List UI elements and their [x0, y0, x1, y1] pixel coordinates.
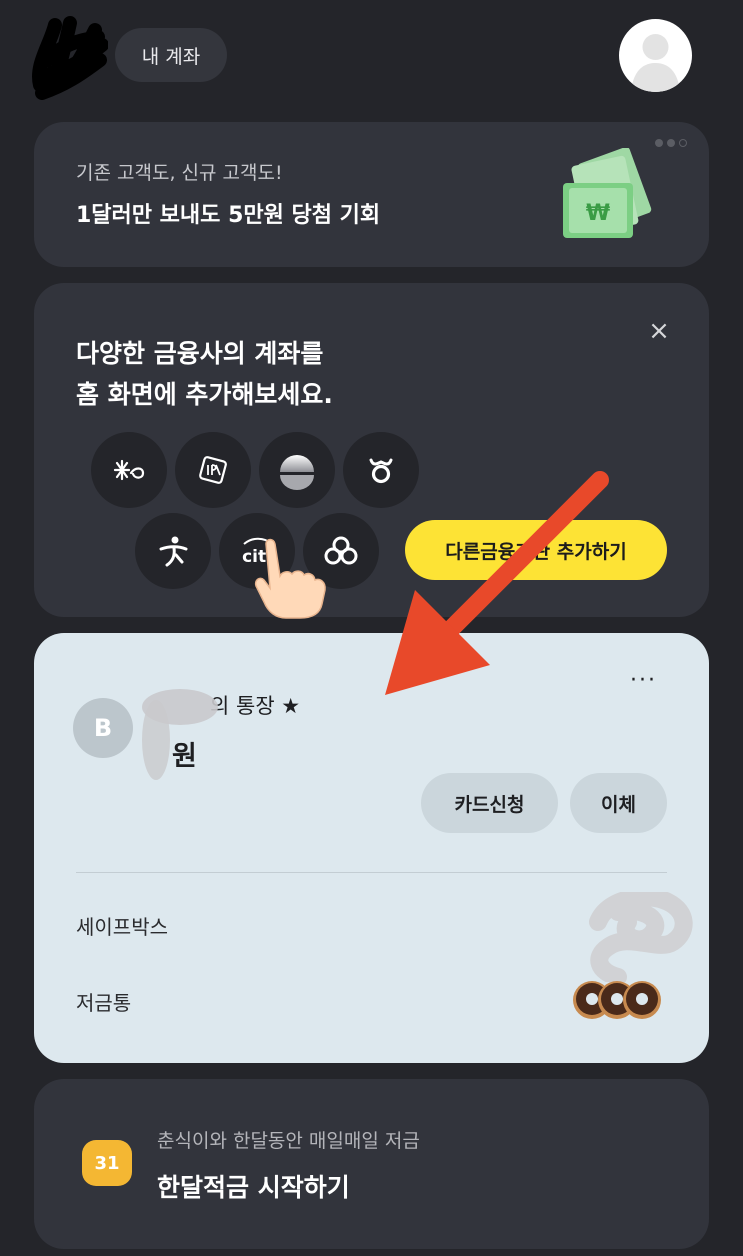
svg-text:₩: ₩	[586, 201, 610, 226]
saving-title: 한달적금 시작하기	[157, 1173, 350, 1202]
bank-woori-icon[interactable]	[259, 432, 335, 508]
card-apply-button[interactable]: 카드신청	[421, 773, 558, 833]
monthly-saving-card[interactable]	[34, 1079, 709, 1249]
pointing-hand-icon	[254, 538, 326, 619]
more-options-icon[interactable]: ···	[630, 668, 657, 693]
bank-logo-icon: B	[73, 698, 133, 758]
person-silhouette-icon	[631, 34, 680, 92]
promo-subtitle: 기존 고객도, 신규 고객도!	[76, 162, 283, 184]
money-bills-icon: ₩	[563, 148, 652, 238]
page-indicator	[655, 139, 687, 147]
donuts-icon	[573, 981, 661, 1019]
profile-avatar[interactable]	[619, 19, 692, 92]
bank-kb-icon[interactable]	[91, 432, 167, 508]
bank-nh-icon[interactable]	[343, 432, 419, 508]
safebox-row[interactable]: 세이프박스	[76, 911, 168, 940]
bank-hana-icon[interactable]	[135, 513, 211, 589]
redacted-blur	[142, 689, 218, 780]
redacted-scribble	[32, 16, 108, 100]
account-name: 의 통장 ★	[210, 694, 301, 718]
redacted-blur	[589, 892, 693, 982]
add-accounts-title: 다양한 금융사의 계좌를 홈 화면에 추가해보세요.	[76, 339, 333, 409]
promo-title: 1달러만 보내도 5만원 당첨 기회	[76, 203, 381, 228]
transfer-button[interactable]: 이체	[570, 773, 667, 833]
piggybank-row[interactable]: 저금통	[76, 987, 131, 1016]
my-account-tab[interactable]: 내 계좌	[115, 28, 227, 82]
bank-ibk-icon[interactable]	[175, 432, 251, 508]
divider	[76, 872, 667, 873]
saving-subtitle: 춘식이와 한달동안 매일매일 저금	[157, 1130, 420, 1152]
calendar-badge-icon: 31	[82, 1140, 132, 1186]
close-icon[interactable]: ×	[646, 318, 672, 344]
add-other-institution-button[interactable]: 다른금융기관 추가하기	[405, 520, 667, 580]
